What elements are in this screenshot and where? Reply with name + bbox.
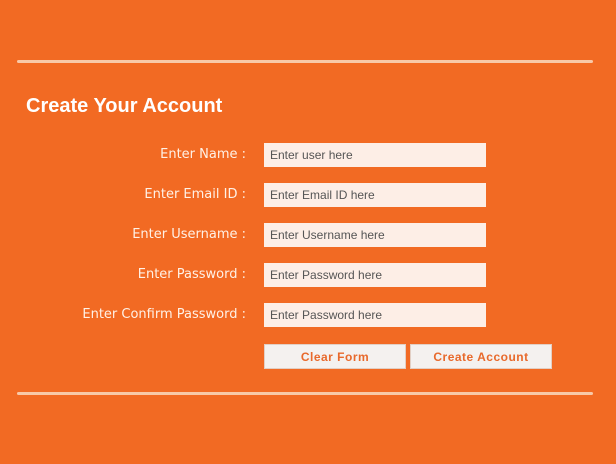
top-divider <box>17 60 593 63</box>
form-title: Create Your Account <box>26 95 223 117</box>
clear-form-button[interactable]: Clear Form <box>264 344 406 369</box>
bottom-divider <box>17 392 593 395</box>
password-row: Enter Password : <box>0 263 616 287</box>
confirm-password-input[interactable] <box>264 303 486 327</box>
name-input[interactable] <box>264 143 486 167</box>
confirm-password-row: Enter Confirm Password : <box>0 303 616 327</box>
username-row: Enter Username : <box>0 223 616 247</box>
name-label: Enter Name : <box>160 147 246 162</box>
name-row: Enter Name : <box>0 143 616 167</box>
password-label: Enter Password : <box>137 267 246 282</box>
username-label: Enter Username : <box>132 227 246 242</box>
email-label: Enter Email ID : <box>144 187 246 202</box>
confirm-password-label: Enter Confirm Password : <box>82 307 246 322</box>
email-row: Enter Email ID : <box>0 183 616 207</box>
password-input[interactable] <box>264 263 486 287</box>
email-input[interactable] <box>264 183 486 207</box>
username-input[interactable] <box>264 223 486 247</box>
create-account-button[interactable]: Create Account <box>410 344 552 369</box>
